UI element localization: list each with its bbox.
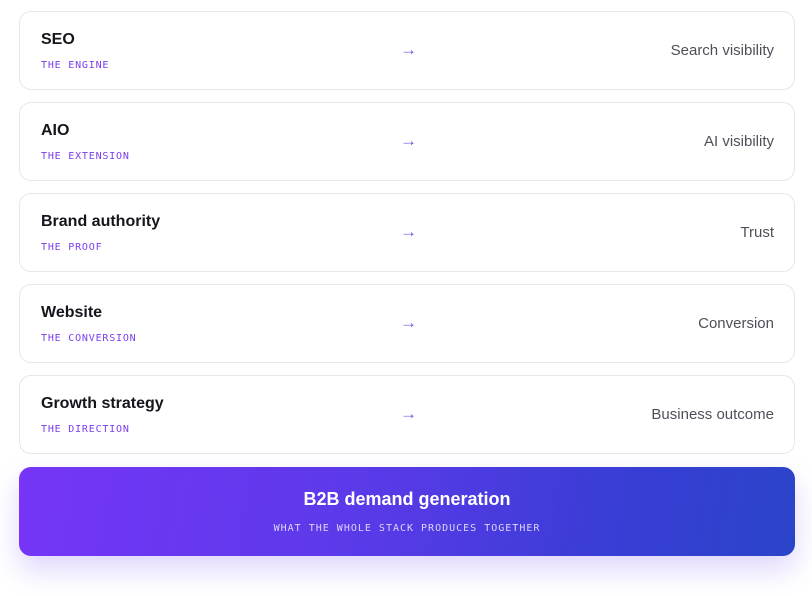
row-title: AIO — [41, 122, 70, 139]
arrow-right-icon: → — [400, 222, 417, 241]
result-subtitle: WHAT THE WHOLE STACK PRODUCES TOGETHER — [273, 523, 541, 534]
list-item-growth-strategy: Growth strategy THE DIRECTION → Business… — [19, 375, 795, 454]
list-item-aio: AIO THE EXTENSION → AI visibility — [19, 102, 795, 181]
list-item-brand-authority: Brand authority THE PROOF → Trust — [19, 193, 795, 272]
row-tag: THE ENGINE — [41, 60, 110, 71]
row-outcome: Trust — [740, 224, 774, 241]
row-tag: THE EXTENSION — [41, 151, 130, 162]
row-outcome: Conversion — [698, 315, 774, 332]
arrow-right-icon: → — [400, 313, 417, 332]
row-title: SEO — [41, 31, 75, 48]
row-outcome: Business outcome — [651, 406, 774, 423]
arrow-right-icon: → — [400, 40, 417, 59]
arrow-right-icon: → — [400, 131, 417, 150]
row-tag: THE DIRECTION — [41, 424, 130, 435]
row-outcome: Search visibility — [670, 42, 774, 59]
list-item-website: Website THE CONVERSION → Conversion — [19, 284, 795, 363]
row-title: Brand authority — [41, 213, 161, 230]
result-title: B2B demand generation — [303, 489, 511, 509]
row-title: Website — [41, 304, 103, 321]
row-outcome: AI visibility — [703, 133, 774, 150]
result-banner: B2B demand generation WHAT THE WHOLE STA… — [19, 467, 795, 556]
stack-list: SEO THE ENGINE → Search visibility AIO T… — [19, 11, 795, 466]
arrow-right-icon: → — [400, 404, 417, 423]
row-title: Growth strategy — [41, 395, 164, 412]
row-tag: THE PROOF — [41, 242, 103, 253]
list-item-seo: SEO THE ENGINE → Search visibility — [19, 11, 795, 90]
row-tag: THE CONVERSION — [41, 333, 137, 344]
